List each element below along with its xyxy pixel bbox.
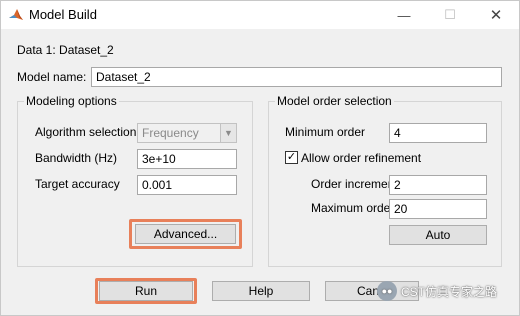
order-increment-label: Order increment xyxy=(311,177,398,191)
maximum-order-label: Maximum order xyxy=(311,201,395,215)
bandwidth-field[interactable]: 3e+10 xyxy=(137,149,237,169)
minimize-button[interactable]: — xyxy=(381,1,427,29)
maximize-button[interactable]: ☐ xyxy=(427,1,473,29)
allow-refinement-label: Allow order refinement xyxy=(301,151,422,165)
target-accuracy-field[interactable]: 0.001 xyxy=(137,175,237,195)
wechat-icon: ●● xyxy=(377,281,397,301)
model-build-window: Model Build — ☐ ✕ Data 1: Dataset_2 Mode… xyxy=(0,0,520,316)
close-button[interactable]: ✕ xyxy=(473,1,519,29)
allow-refinement-checkbox[interactable]: ✓ xyxy=(285,151,298,164)
watermark: ●● CST仿真专家之路 xyxy=(377,279,517,303)
model-order-title: Model order selection xyxy=(275,94,394,108)
model-name-label: Model name: xyxy=(17,70,87,84)
watermark-text: CST仿真专家之路 xyxy=(401,284,498,299)
algorithm-selection-dropdown[interactable]: Frequency ▼ xyxy=(137,123,237,143)
advanced-button[interactable]: Advanced... xyxy=(135,224,236,244)
order-increment-field[interactable]: 2 xyxy=(389,175,487,195)
matlab-logo-icon xyxy=(9,9,23,20)
run-button[interactable]: Run xyxy=(99,281,193,301)
maximum-order-field[interactable]: 20 xyxy=(389,199,487,219)
title-bar: Model Build — ☐ ✕ xyxy=(1,1,519,29)
chevron-down-icon: ▼ xyxy=(220,124,236,142)
dialog-body: Data 1: Dataset_2 Model name: Dataset_2 … xyxy=(1,29,519,315)
model-name-field[interactable]: Dataset_2 xyxy=(91,67,502,87)
bandwidth-label: Bandwidth (Hz) xyxy=(35,151,118,165)
data-label: Data 1: Dataset_2 xyxy=(17,43,114,57)
modeling-options-title: Modeling options xyxy=(24,94,119,108)
minimum-order-field[interactable]: 4 xyxy=(389,123,487,143)
help-button[interactable]: Help xyxy=(212,281,310,301)
auto-button[interactable]: Auto xyxy=(389,225,487,245)
target-accuracy-label: Target accuracy xyxy=(35,177,120,191)
minimum-order-label: Minimum order xyxy=(285,125,366,139)
algorithm-selection-value: Frequency xyxy=(142,126,199,140)
algorithm-selection-label: Algorithm selection xyxy=(35,125,137,139)
window-title: Model Build xyxy=(29,7,97,22)
